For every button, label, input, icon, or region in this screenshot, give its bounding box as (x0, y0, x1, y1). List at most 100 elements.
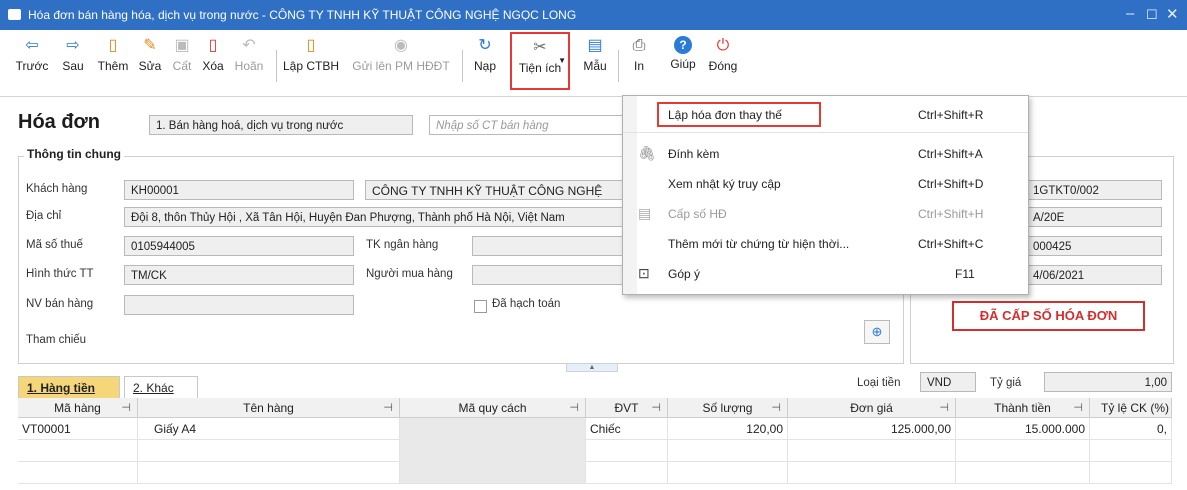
customer-name-field[interactable]: CÔNG TY TNHH KỸ THUẬT CÔNG NGHỆ (365, 180, 630, 200)
delete-icon: ▯ (208, 37, 218, 54)
menu-item-feedback[interactable]: ⊡ Góp ý F11 (623, 259, 1028, 288)
empty-cell[interactable] (1090, 462, 1172, 484)
close-window-button[interactable]: ✕ (1166, 5, 1179, 23)
buyer-field[interactable] (472, 265, 630, 285)
cell-quantity[interactable]: 120,00 (668, 418, 788, 440)
menu-item-replace-invoice[interactable]: Lập hóa đơn thay thế Ctrl+Shift+R (623, 100, 1028, 129)
utilities-button[interactable]: ✂ Tiện ích ▼ (510, 32, 570, 90)
create-ctbh-button[interactable]: ▯ Lập CTBH (282, 36, 340, 73)
menu-divider (623, 132, 1028, 133)
utilities-menu: Lập hóa đơn thay thế Ctrl+Shift+R 🖇 Đính… (622, 95, 1029, 295)
empty-cell[interactable] (1090, 440, 1172, 462)
cell-spec-code[interactable] (400, 418, 586, 484)
menu-item-access-log[interactable]: Xem nhật ký truy cập Ctrl+Shift+D (623, 169, 1028, 198)
tab-goods-money[interactable]: 1. Hàng tiền (18, 376, 120, 398)
general-info-title: Thông tin chung (24, 147, 124, 161)
prev-button[interactable]: ⇦ Trước (14, 36, 50, 73)
empty-cell[interactable] (788, 462, 956, 484)
tax-code-field[interactable]: 0105944005 (124, 236, 354, 256)
print-button[interactable]: ⎙ In (624, 36, 654, 73)
cell-amount[interactable]: 15.000.000 (956, 418, 1090, 440)
tools-icon: ✂ (533, 39, 547, 56)
minimize-button[interactable]: – (1126, 5, 1134, 22)
currency-field[interactable]: VND (920, 372, 976, 392)
zoom-icon[interactable]: ⊕ (864, 320, 890, 344)
page-title: Hóa đơn (18, 111, 100, 133)
help-icon: ? (674, 36, 692, 54)
tab-other[interactable]: 2. Khác (124, 376, 198, 398)
send-einvoice-button[interactable]: ◉ Gửi lên PM HĐĐT (346, 36, 456, 73)
refresh-icon: ↻ (478, 37, 492, 54)
template-button[interactable]: ▤ Mẫu (578, 36, 612, 73)
collapse-handle[interactable]: ▲ (566, 363, 618, 372)
print-icon: ⎙ (632, 37, 646, 54)
address-field[interactable]: Đội 8, thôn Thủy Hội , Xã Tân Hội, Huyện… (124, 207, 630, 227)
maximize-button[interactable]: ☐ (1146, 7, 1158, 23)
empty-cell[interactable] (138, 440, 400, 462)
document-icon: ▯ (306, 37, 316, 54)
empty-cell[interactable] (18, 462, 138, 484)
save-button[interactable]: ▣ Cất (170, 36, 194, 73)
cell-item-name[interactable]: Giấy A4 (138, 418, 400, 440)
column-header[interactable]: Thành tiền ⊣ (956, 398, 1090, 418)
toolbar-separator (276, 50, 277, 82)
column-header[interactable]: Đơn giá ⊣ (788, 398, 956, 418)
rate-field[interactable]: 1,00 (1044, 372, 1172, 392)
invoice-type-select[interactable]: 1. Bán hàng hoá, dịch vụ trong nước (149, 115, 413, 135)
cell-unit[interactable]: Chiếc (586, 418, 668, 440)
menu-item-attach[interactable]: 🖇 Đính kèm Ctrl+Shift+A (623, 139, 1028, 168)
invoice-number-field[interactable]: 000425 (1026, 236, 1162, 256)
posted-checkbox[interactable] (474, 300, 487, 313)
menu-item-issue-number[interactable]: ▤ Cấp số HĐ Ctrl+Shift+H (623, 199, 1028, 228)
empty-cell[interactable] (18, 440, 138, 462)
upload-icon: ◉ (394, 37, 408, 54)
customer-code-field[interactable]: KH00001 (124, 180, 354, 200)
column-header[interactable]: Mã hàng ⊣ (18, 398, 138, 418)
feedback-icon: ⊡ (638, 265, 650, 281)
close-form-button[interactable]: ⏻ Đóng (706, 36, 740, 73)
column-header[interactable]: Tên hàng ⊣ (138, 398, 400, 418)
edit-button[interactable]: ✎ Sửa (136, 36, 164, 73)
postpone-button[interactable]: ↶ Hoãn (232, 36, 266, 73)
invoice-status-badge: ĐÃ CẤP SỐ HÓA ĐƠN (952, 301, 1145, 331)
menu-item-new-from-current[interactable]: Thêm mới từ chứng từ hiện thời... Ctrl+S… (623, 229, 1028, 258)
help-button[interactable]: ? Giúp (668, 36, 698, 71)
edit-icon: ✎ (143, 37, 157, 54)
cell-discount-rate[interactable]: 0, (1090, 418, 1172, 440)
next-button[interactable]: ⇨ Sau (58, 36, 88, 73)
salesperson-field[interactable] (124, 295, 354, 315)
empty-cell[interactable] (586, 462, 668, 484)
bank-account-label: TK ngân hàng (366, 239, 439, 251)
voucher-search-input[interactable]: Nhập số CT bán hàng (429, 115, 629, 135)
invoice-template-field[interactable]: 1GTKT0/002 (1026, 180, 1162, 200)
payment-method-label: Hình thức TT (26, 268, 94, 280)
cell-item-code[interactable]: VT00001 (18, 418, 138, 440)
column-header[interactable]: ĐVT ⊣ (586, 398, 668, 418)
column-header[interactable]: Số lượng ⊣ (668, 398, 788, 418)
bank-account-field[interactable] (472, 236, 630, 256)
empty-cell[interactable] (668, 462, 788, 484)
invoice-date-field[interactable]: 4/06/2021 (1026, 265, 1162, 285)
empty-cell[interactable] (956, 440, 1090, 462)
empty-cell[interactable] (138, 462, 400, 484)
invoice-series-field[interactable]: A/20E (1026, 207, 1162, 227)
empty-cell[interactable] (586, 440, 668, 462)
cell-unit-price[interactable]: 125.000,00 (788, 418, 956, 440)
empty-cell[interactable] (788, 440, 956, 462)
paperclip-icon: 🖇 (638, 145, 656, 161)
reload-button[interactable]: ↻ Nạp (470, 36, 500, 73)
template-icon: ▤ (587, 37, 603, 54)
column-header[interactable]: Mã quy cách ⊣ (400, 398, 586, 418)
posted-label: Đã hạch toán (492, 298, 561, 310)
title-bar: Hóa đơn bán hàng hóa, dịch vụ trong nước… (0, 0, 1187, 30)
toolbar: ⇦ Trước ⇨ Sau ▯ Thêm ✎ Sửa ▣ Cất ▯ Xóa ↶… (0, 30, 1187, 97)
column-header[interactable]: Tỷ lệ CK (%) (1090, 398, 1172, 418)
payment-method-field[interactable]: TM/CK (124, 265, 354, 285)
delete-button[interactable]: ▯ Xóa (200, 36, 226, 73)
empty-cell[interactable] (956, 462, 1090, 484)
rate-label: Tỷ giá (990, 377, 1022, 389)
add-button[interactable]: ▯ Thêm (96, 36, 130, 73)
undo-icon: ↶ (242, 37, 256, 54)
empty-cell[interactable] (668, 440, 788, 462)
arrow-left-icon: ⇦ (25, 37, 39, 54)
